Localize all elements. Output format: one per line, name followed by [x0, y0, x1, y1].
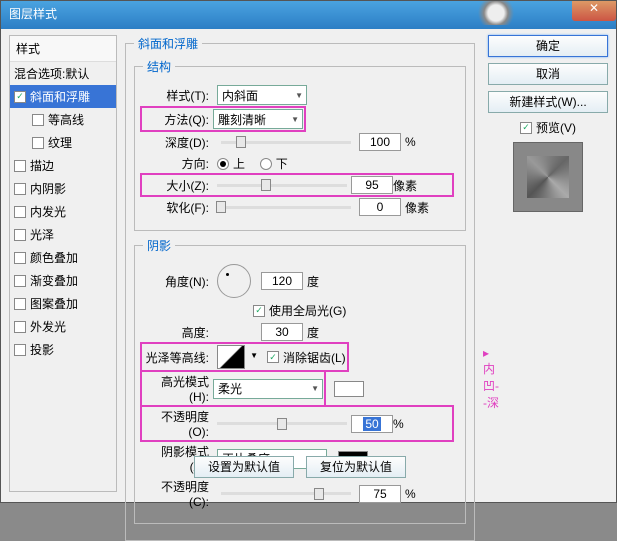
reset-default-button[interactable]: 复位为默认值 [306, 456, 406, 478]
checkbox-icon[interactable] [14, 160, 26, 172]
method-dropdown[interactable]: 雕刻清晰 [213, 109, 303, 129]
checkbox-icon[interactable] [14, 344, 26, 356]
checkbox-icon[interactable] [14, 206, 26, 218]
close-icon[interactable]: ✕ [572, 1, 616, 21]
make-default-button[interactable]: 设置为默认值 [194, 456, 294, 478]
titlebar-deco [446, 1, 546, 25]
effect-inner-glow[interactable]: 内发光 [10, 200, 116, 223]
highlight-mode-label: 高光模式(H): [143, 373, 213, 404]
soften-input[interactable]: 0 [359, 198, 401, 216]
effect-satin[interactable]: 光泽 [10, 223, 116, 246]
size-slider[interactable] [217, 177, 347, 193]
checkbox-icon[interactable] [14, 252, 26, 264]
window-title: 图层样式 [9, 7, 57, 21]
annotation: ▸内凹--深 [483, 345, 499, 411]
checkbox-icon[interactable] [14, 229, 26, 241]
checkbox-icon[interactable] [14, 321, 26, 333]
effect-contour[interactable]: 等高线 [10, 108, 116, 131]
gloss-label: 光泽等高线: [143, 349, 213, 366]
preview-checkbox[interactable] [520, 122, 532, 134]
checkbox-icon[interactable] [32, 114, 44, 126]
effect-bevel[interactable]: 斜面和浮雕 [10, 85, 116, 108]
gloss-contour[interactable] [217, 345, 245, 369]
checkbox-icon[interactable] [14, 298, 26, 310]
highlight-opacity-label: 不透明度(O): [143, 408, 213, 439]
shadow-opacity-input[interactable]: 75 [359, 485, 401, 503]
depth-slider[interactable] [221, 134, 351, 150]
size-input[interactable]: 95 [351, 176, 393, 194]
shadow-opacity-slider[interactable] [221, 486, 351, 502]
effect-gradient-overlay[interactable]: 渐变叠加 [10, 269, 116, 292]
pyramid-icon [527, 156, 569, 198]
structure-legend: 结构 [143, 58, 175, 75]
soften-label: 软化(F): [143, 199, 213, 216]
direction-label: 方向: [143, 155, 213, 172]
antialias-checkbox[interactable] [267, 351, 279, 363]
altitude-input[interactable]: 30 [261, 323, 303, 341]
shading-legend: 阴影 [143, 237, 175, 254]
effect-pattern-overlay[interactable]: 图案叠加 [10, 292, 116, 315]
highlight-mode-dropdown[interactable]: 柔光 [213, 379, 323, 399]
style-dropdown[interactable]: 内斜面 [217, 85, 307, 105]
checkbox-icon[interactable] [14, 275, 26, 287]
effect-stroke[interactable]: 描边 [10, 154, 116, 177]
blend-options[interactable]: 混合选项:默认 [10, 62, 116, 85]
method-label: 方法(Q): [143, 111, 213, 128]
angle-input[interactable]: 120 [261, 272, 303, 290]
effect-drop-shadow[interactable]: 投影 [10, 338, 116, 361]
structure-fieldset: 结构 样式(T):内斜面 方法(Q):雕刻清晰 深度(D):100% 方向:上 … [134, 58, 466, 231]
checkbox-icon[interactable] [32, 137, 44, 149]
new-style-button[interactable]: 新建样式(W)... [488, 91, 608, 113]
effect-inner-shadow[interactable]: 内阴影 [10, 177, 116, 200]
highlight-opacity-slider[interactable] [217, 416, 347, 432]
angle-dial[interactable] [217, 264, 251, 298]
main-legend: 斜面和浮雕 [134, 35, 202, 52]
global-light-checkbox[interactable] [253, 305, 265, 317]
style-label: 样式(T): [143, 87, 213, 104]
cancel-button[interactable]: 取消 [488, 63, 608, 85]
right-panel: 确定 取消 新建样式(W)... 预览(V) [488, 35, 608, 218]
dir-down-radio[interactable] [260, 158, 272, 170]
highlight-opacity-input[interactable]: 50 [351, 415, 393, 433]
styles-panel: 样式 混合选项:默认 斜面和浮雕 等高线 纹理 描边 内阴影 内发光 光泽 颜色… [9, 35, 117, 492]
styles-header: 样式 [10, 36, 116, 62]
effect-outer-glow[interactable]: 外发光 [10, 315, 116, 338]
size-label: 大小(Z): [143, 177, 213, 194]
soften-slider[interactable] [221, 199, 351, 215]
depth-label: 深度(D): [143, 134, 213, 151]
effect-texture[interactable]: 纹理 [10, 131, 116, 154]
highlight-color[interactable] [334, 381, 364, 397]
checkbox-icon[interactable] [14, 91, 26, 103]
altitude-label: 高度: [143, 324, 213, 341]
dir-up-radio[interactable] [217, 158, 229, 170]
ok-button[interactable]: 确定 [488, 35, 608, 57]
angle-label: 角度(N): [143, 273, 213, 290]
depth-input[interactable]: 100 [359, 133, 401, 151]
effect-color-overlay[interactable]: 颜色叠加 [10, 246, 116, 269]
titlebar: 图层样式 ✕ [1, 1, 616, 29]
main-fieldset: 斜面和浮雕 结构 样式(T):内斜面 方法(Q):雕刻清晰 深度(D):100%… [125, 35, 475, 541]
preview-swatch [513, 142, 583, 212]
checkbox-icon[interactable] [14, 183, 26, 195]
